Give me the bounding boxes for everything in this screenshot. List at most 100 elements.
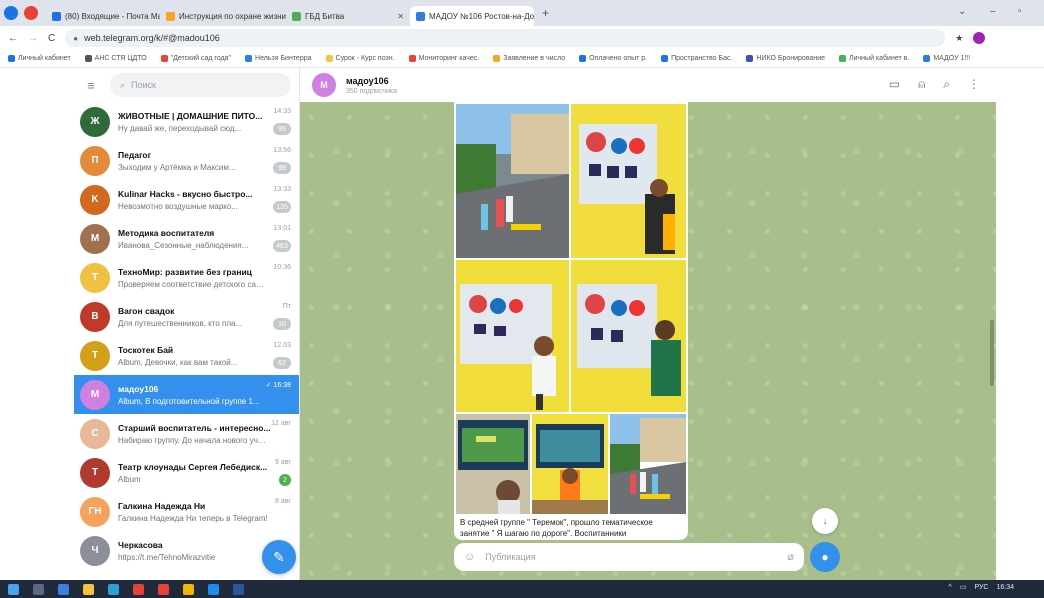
network-icon[interactable]: ▭ bbox=[960, 583, 967, 591]
plus-icon[interactable]: + bbox=[542, 6, 549, 20]
chevron-up-icon[interactable]: ^ bbox=[949, 584, 952, 591]
bookmark-item[interactable]: Мониторинг качес. bbox=[408, 55, 480, 62]
browser-tab-gbd[interactable]: ГБД Битва ✕ bbox=[286, 6, 410, 26]
chat-item-body: Тоскотек Бай Album, Девочки, как вам тако… bbox=[118, 345, 293, 367]
bookmark-item[interactable]: "Детский сад года" bbox=[160, 55, 231, 62]
album-photo[interactable] bbox=[456, 414, 530, 514]
yandex-icon[interactable] bbox=[133, 583, 144, 595]
album-photo[interactable] bbox=[456, 260, 569, 412]
channel-info[interactable]: мадоу106 350 подписчика bbox=[346, 76, 397, 95]
browser-tab-instruction[interactable]: Инструкция по охране жизни ✕ bbox=[160, 6, 286, 26]
file-explorer-icon[interactable] bbox=[83, 583, 94, 595]
chat-list-item[interactable]: С Старший воспитатель - интересно... Набир… bbox=[74, 414, 299, 453]
browser-tab-madou[interactable]: МАДОУ №106 Ростов-на-Дону ✕ bbox=[410, 6, 534, 26]
window-minimize-icon[interactable]: – bbox=[990, 6, 996, 17]
search-input[interactable]: ⌕ Поиск bbox=[110, 73, 291, 97]
bookmark-item[interactable]: АНС СТЯ ЦДТО bbox=[84, 55, 147, 62]
album-photo[interactable] bbox=[610, 414, 686, 514]
window-maximize-icon[interactable]: ▫ bbox=[1018, 6, 1022, 17]
microphone-icon: ● bbox=[821, 550, 829, 564]
bookmark-icon bbox=[923, 55, 931, 62]
bookmark-icon bbox=[245, 55, 253, 62]
forward-arrow-icon[interactable]: → bbox=[28, 33, 38, 44]
bookmark-icon bbox=[839, 55, 847, 62]
bookmark-item[interactable]: Личный кабинет bbox=[8, 55, 71, 62]
chat-list-item[interactable]: K Kulinar Hacks - вкусно быстро... Невозмо… bbox=[74, 180, 299, 219]
extensions-icon[interactable]: ★ bbox=[955, 33, 963, 44]
bookmark-icon bbox=[8, 55, 15, 62]
chat-name: Методика воспитателя bbox=[118, 227, 215, 238]
bookmark-item[interactable]: Сурок - Курс позн. bbox=[325, 55, 395, 62]
bookmark-label: Мониторинг качес. bbox=[418, 55, 480, 62]
photos-icon[interactable] bbox=[208, 583, 219, 595]
url-input[interactable]: ● web.telegram.org/k/#@madou106 bbox=[65, 29, 946, 47]
edge-icon[interactable] bbox=[108, 583, 119, 595]
browser-nav-icon[interactable] bbox=[4, 6, 18, 20]
browser-tab-mail[interactable]: (80) Входящие - Почта Mail.ru ✕ bbox=[46, 6, 160, 26]
paperclip-icon[interactable]: ⌀ bbox=[787, 550, 794, 563]
chat-time: 12 авг bbox=[271, 420, 291, 427]
bell-icon[interactable]: ⍝ bbox=[918, 77, 925, 92]
chat-list-item[interactable]: Т Тоскотек Бай Album, Девочки, как вам так… bbox=[74, 336, 299, 375]
lock-icon: ● bbox=[73, 33, 79, 43]
emoji-icon[interactable]: ☺ bbox=[464, 551, 475, 563]
album-photo[interactable] bbox=[571, 260, 686, 412]
scroll-down-button[interactable]: ↓ bbox=[812, 508, 838, 534]
bookmark-item[interactable]: МАДОУ 1!!! bbox=[923, 55, 970, 62]
chat-list-item[interactable]: Т Театр клоунады Сергея Лебедиск... Album 9… bbox=[74, 453, 299, 492]
chat-list-item[interactable]: Ммадоу106 Album, В подготовительной групп… bbox=[74, 375, 299, 414]
chrome-icon[interactable] bbox=[183, 583, 194, 595]
comments-icon[interactable]: ▭ bbox=[889, 77, 900, 92]
profile-avatar-icon[interactable] bbox=[973, 32, 986, 44]
chat-time: 13:33 bbox=[273, 186, 291, 193]
bookmark-item[interactable]: Заявление в число bbox=[493, 55, 565, 62]
tab-label: МАДОУ №106 Ростов-на-Дону bbox=[429, 11, 534, 21]
album-post[interactable]: В средней группе " Теремок", прошло тема… bbox=[454, 102, 688, 540]
microphone-button[interactable]: ● bbox=[810, 542, 840, 572]
chat-item-body: ТехноМир: развитие без границ Проверяем с… bbox=[118, 267, 293, 289]
close-icon[interactable]: ✕ bbox=[397, 12, 404, 21]
chat-last-message: Зыходим у Артёмка и Максим... bbox=[118, 162, 236, 172]
chat-header[interactable]: М мадоу106 350 подписчика ▭ ⍝ ⌕ ⋮ bbox=[300, 68, 996, 102]
chat-list-item[interactable]: В Вагон свадок Для путешественников, кто п… bbox=[74, 297, 299, 336]
word-icon[interactable] bbox=[233, 583, 244, 595]
channel-avatar[interactable]: М bbox=[312, 73, 336, 97]
windows-start-icon[interactable] bbox=[8, 583, 19, 595]
channel-name: мадоу106 bbox=[346, 75, 389, 86]
reload-icon[interactable]: C bbox=[48, 33, 55, 44]
chat-list-item[interactable]: М Методика воспитателя Иванова_Сезонные_на… bbox=[74, 219, 299, 258]
album-photo[interactable] bbox=[456, 104, 569, 258]
task-view-icon[interactable] bbox=[58, 583, 69, 595]
chat-scrollbar[interactable] bbox=[990, 320, 994, 386]
header-actions: ▭ ⍝ ⌕ ⋮ bbox=[889, 77, 980, 92]
bookmark-item[interactable]: Пространство Бас. bbox=[661, 55, 732, 62]
chat-list-item[interactable]: П Педагог Зыходим у Артёмка и Максим... 13:… bbox=[74, 141, 299, 180]
message-composer[interactable]: ☺ Публикация ⌀ bbox=[454, 543, 804, 571]
chat-list-item[interactable]: ГН Галкина Надежда Ни Галкина Надежда Ни т… bbox=[74, 492, 299, 531]
album-photo[interactable] bbox=[532, 414, 608, 514]
language-indicator[interactable]: РУС bbox=[974, 584, 988, 591]
bookmark-item[interactable]: Нельзя Бинтерра bbox=[245, 55, 312, 62]
chat-name: Театр клоунады Сергея Лебедиск... bbox=[118, 461, 268, 472]
new-message-button[interactable]: ✎ bbox=[262, 540, 296, 574]
app-icon[interactable] bbox=[158, 583, 169, 595]
browser-profile-icon[interactable] bbox=[24, 6, 38, 20]
album-photo[interactable] bbox=[571, 104, 686, 258]
chat-list-item[interactable]: Т ТехноМир: развитие без границ Проверяем … bbox=[74, 258, 299, 297]
clock[interactable]: 16:34 bbox=[996, 584, 1014, 591]
more-vertical-icon[interactable]: ⋮ bbox=[968, 77, 980, 92]
bookmark-item[interactable]: Оплачено опыт р. bbox=[579, 55, 647, 62]
bookmark-item[interactable]: Личный кабинет в. bbox=[839, 55, 909, 62]
chat-list-item[interactable]: Ж ЖИВОТНЫЕ | ДОМАШНИЕ ПИТО... Ну давай же,… bbox=[74, 102, 299, 141]
avatar: Т bbox=[80, 340, 110, 371]
minimize-icon[interactable]: ⌄ bbox=[958, 6, 966, 17]
search-icon[interactable]: ⌕ bbox=[943, 77, 950, 92]
system-tray: ^ ▭ РУС 16:34 bbox=[949, 583, 1014, 592]
back-arrow-icon[interactable]: ← bbox=[8, 33, 18, 44]
search-icon[interactable] bbox=[33, 583, 44, 595]
bookmark-icon bbox=[661, 55, 669, 62]
avatar: Т bbox=[80, 457, 110, 488]
bookmark-item[interactable]: НИКО Бронирование bbox=[746, 55, 825, 62]
hamburger-menu-icon[interactable]: ≡ bbox=[82, 78, 100, 93]
bookmark-label: НИКО Бронирование bbox=[756, 55, 826, 62]
